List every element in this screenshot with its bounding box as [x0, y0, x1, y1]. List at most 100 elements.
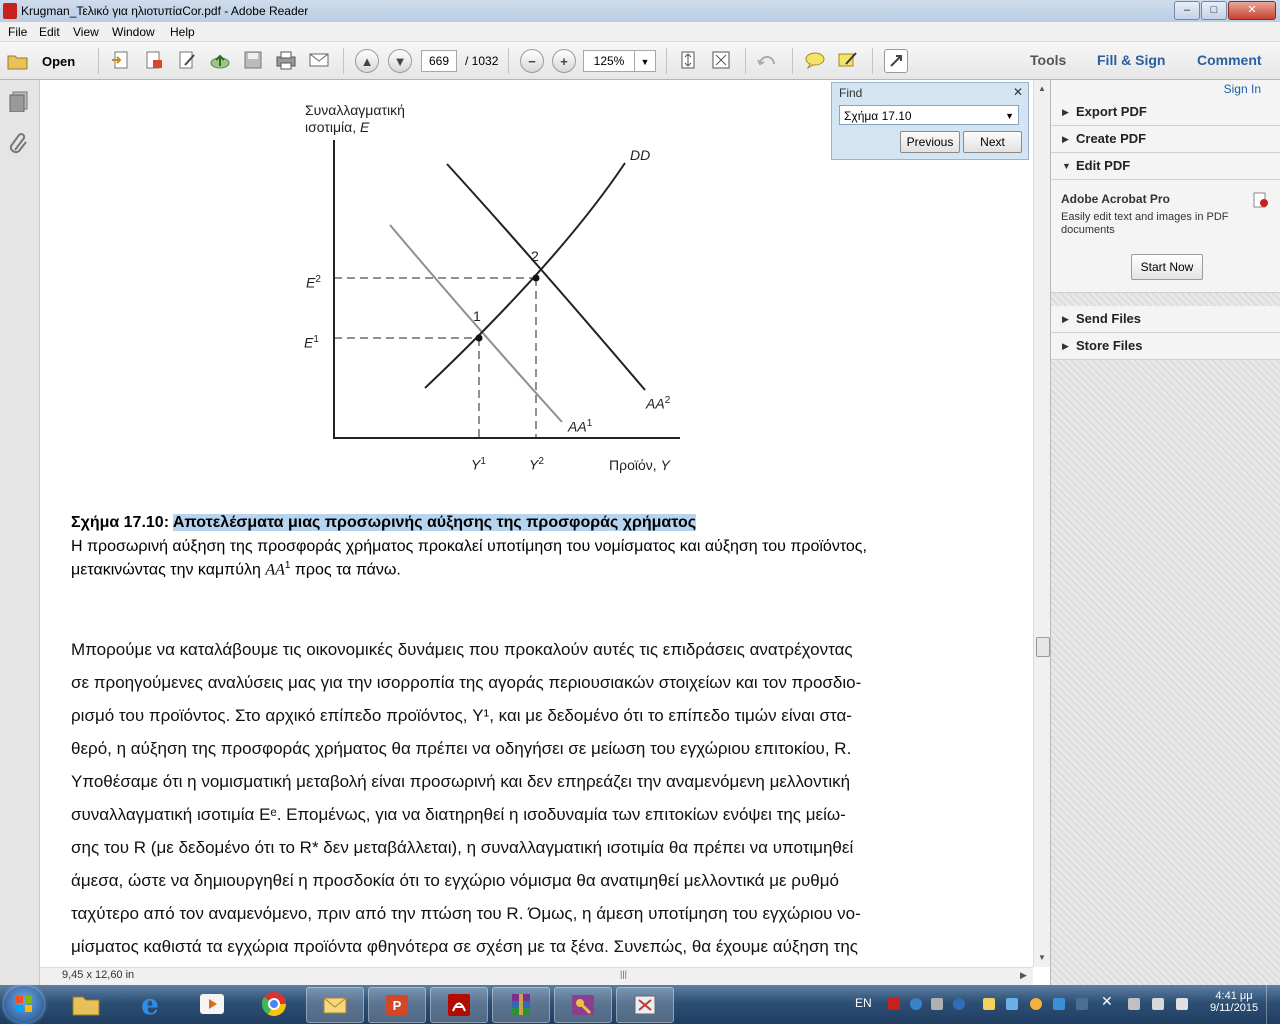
taskbar-internet-explorer[interactable]: e — [122, 987, 178, 1021]
print-icon[interactable] — [275, 49, 297, 71]
power-tray-icon[interactable] — [1152, 998, 1164, 1010]
scroll-right-icon[interactable]: ▶ — [1020, 970, 1027, 981]
zoom-dropdown-button[interactable]: ▼ — [634, 50, 656, 72]
find-close-icon[interactable]: ✕ — [1013, 85, 1023, 99]
equilibrium-point-1 — [475, 334, 483, 342]
flag-tray-icon[interactable] — [1128, 998, 1140, 1010]
start-now-button[interactable]: Start Now — [1131, 254, 1203, 280]
arrow-up-icon: ▲ — [360, 53, 374, 69]
sticky-note-icon[interactable] — [804, 49, 826, 71]
send-files-section[interactable]: ▶ Send Files — [1051, 306, 1280, 333]
body-line: συναλλαγματική ισοτιμία Eᵉ. Επομένως, γι… — [71, 805, 846, 824]
toolbar-separator — [666, 48, 667, 74]
page-thumbnails-icon[interactable] — [8, 90, 30, 115]
minimize-button[interactable]: – — [1174, 1, 1200, 20]
open-button[interactable]: Open — [6, 49, 86, 73]
zoom-in-button[interactable]: + — [552, 49, 576, 73]
triangle-down-icon: ▼ — [1062, 161, 1071, 171]
taskbar-powerpoint[interactable]: P — [368, 987, 426, 1023]
plus-icon: + — [560, 53, 568, 69]
fit-page-icon[interactable] — [677, 49, 699, 71]
taskbar-adobe-reader[interactable] — [430, 987, 488, 1023]
vertical-scrollbar[interactable]: ▲ ▼ — [1033, 80, 1051, 967]
language-indicator[interactable]: EN — [855, 996, 872, 1010]
zoom-out-button[interactable]: − — [520, 49, 544, 73]
mail-tray-icon[interactable] — [983, 998, 995, 1010]
vertical-scroll-thumb[interactable] — [1036, 637, 1050, 657]
tools-tab[interactable]: Tools — [1030, 52, 1066, 68]
page-number-input[interactable]: 669 — [421, 50, 457, 72]
taskbar-explorer[interactable] — [58, 987, 114, 1021]
fill-sign-tab[interactable]: Fill & Sign — [1097, 52, 1165, 68]
menu-help[interactable]: Help — [170, 25, 195, 39]
store-files-section[interactable]: ▶ Store Files — [1051, 333, 1280, 360]
find-next-button[interactable]: Next — [963, 131, 1022, 153]
zoom-input[interactable]: 125% — [583, 50, 635, 72]
create-pdf-icon[interactable] — [110, 49, 132, 71]
expand-icon[interactable] — [884, 49, 908, 73]
find-input[interactable]: Σχήμα 17.10 ▼ — [839, 105, 1019, 125]
bluetooth-tray-icon[interactable] — [1053, 998, 1065, 1010]
adobe-reader-icon — [3, 3, 17, 19]
convert-pdf-icon[interactable] — [143, 49, 165, 71]
toolbar-separator — [343, 48, 344, 74]
start-button[interactable] — [4, 986, 44, 1023]
chevron-down-icon[interactable]: ▼ — [1005, 106, 1014, 126]
show-desktop-button[interactable] — [1266, 985, 1280, 1024]
horizontal-scroll-grip[interactable]: ||| — [620, 969, 627, 979]
upload-cloud-icon[interactable] — [209, 49, 231, 71]
network-tray-icon[interactable] — [910, 998, 922, 1010]
next-page-button[interactable]: ▼ — [388, 49, 412, 73]
menu-view[interactable]: View — [73, 25, 99, 39]
rotate-icon[interactable] — [756, 49, 778, 71]
adobe-tray-icon[interactable] — [888, 998, 900, 1010]
horizontal-scrollbar[interactable]: 9,45 x 12,60 in ||| ▶ — [40, 967, 1033, 985]
previous-page-button[interactable]: ▲ — [355, 49, 379, 73]
show-hidden-icons[interactable]: ✕ — [1101, 993, 1113, 1010]
sign-in-link[interactable]: Sign In — [1224, 82, 1261, 96]
find-previous-button[interactable]: Previous — [900, 131, 960, 153]
sync-tray-icon[interactable] — [1076, 998, 1088, 1010]
save-icon[interactable] — [242, 49, 264, 71]
menu-edit[interactable]: Edit — [39, 25, 60, 39]
taskbar-outlook[interactable] — [306, 987, 364, 1023]
scroll-down-icon[interactable]: ▼ — [1038, 953, 1046, 962]
acrobat-icon — [1253, 192, 1269, 211]
close-button[interactable]: ✕ — [1228, 1, 1276, 20]
arrow-down-icon: ▼ — [393, 53, 407, 69]
messenger-tray-icon[interactable] — [1030, 998, 1042, 1010]
aa2-curve-label: AA2 — [646, 395, 671, 412]
taskbar-snipping-tool[interactable] — [616, 987, 674, 1023]
maximize-button[interactable]: □ — [1201, 1, 1227, 20]
taskbar-keys-app[interactable] — [554, 987, 612, 1023]
comment-tab[interactable]: Comment — [1197, 52, 1262, 68]
window-title: Krugman_Τελικό για ηλιοτυπίαCor.pdf - Ad… — [21, 4, 309, 18]
folder-icon — [7, 55, 28, 70]
volume-tray-icon[interactable] — [1176, 998, 1188, 1010]
taskbar-chrome[interactable] — [246, 987, 302, 1021]
edit-pdf-section[interactable]: ▼ Edit PDF — [1051, 153, 1280, 180]
body-line: Υποθέσαμε ότι η νομισματική μεταβολή είν… — [71, 772, 851, 791]
figure-y-axis-label-line2: ισοτιμία, E — [305, 119, 370, 135]
edit-pdf-icon[interactable] — [176, 49, 198, 71]
body-line: Μπορούμε να καταλάβουμε τις οικονομικές … — [71, 640, 853, 659]
taskbar-media-player[interactable] — [184, 987, 240, 1021]
highlight-text-icon[interactable] — [837, 49, 859, 71]
email-icon[interactable] — [308, 49, 330, 71]
document-view[interactable]: Συναλλαγματική ισοτιμία, E DD AA2 AA1 1 … — [40, 80, 1033, 967]
clock[interactable]: 4:41 μμ 9/11/2015 — [1208, 990, 1260, 1014]
create-pdf-section[interactable]: ▶ Create PDF — [1051, 126, 1280, 153]
key-icon — [572, 995, 594, 1015]
menu-file[interactable]: File — [8, 25, 27, 39]
export-pdf-section[interactable]: ▶ Export PDF — [1051, 99, 1280, 126]
triangle-right-icon: ▶ — [1062, 107, 1069, 117]
figure-graph — [333, 140, 680, 439]
display-tray-icon[interactable] — [1006, 998, 1018, 1010]
attachments-icon[interactable] — [8, 132, 30, 159]
printer-tray-icon[interactable] — [931, 998, 943, 1010]
full-screen-icon[interactable] — [710, 49, 732, 71]
menu-window[interactable]: Window — [112, 25, 155, 39]
update-tray-icon[interactable] — [953, 998, 965, 1010]
taskbar-winrar[interactable] — [492, 987, 550, 1023]
scroll-up-icon[interactable]: ▲ — [1038, 84, 1046, 93]
